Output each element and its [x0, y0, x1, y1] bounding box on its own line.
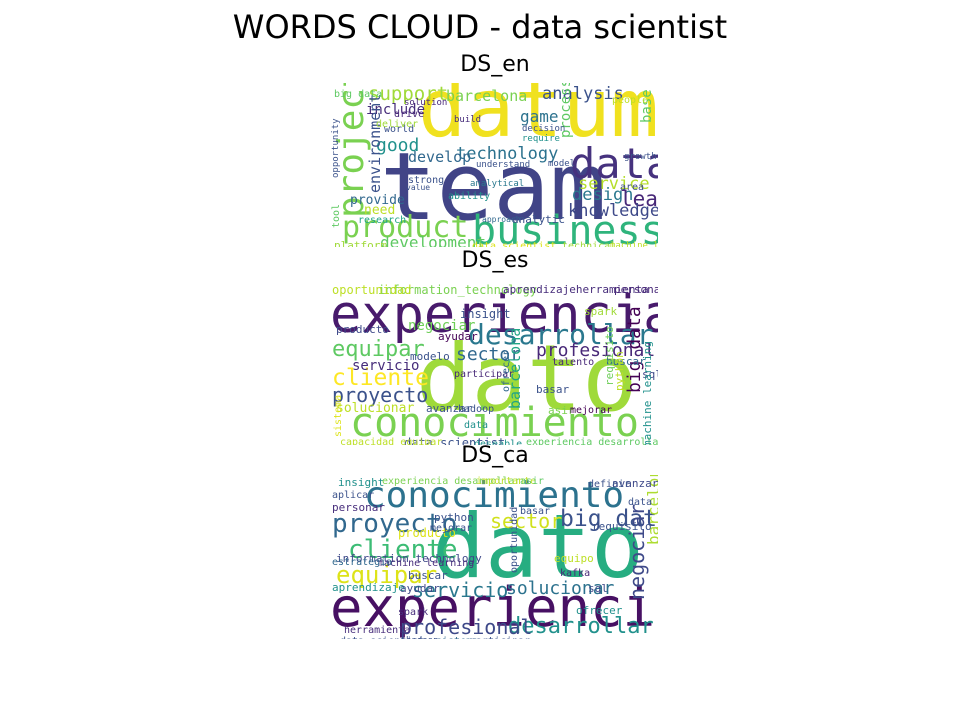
word-mejorar: mejorar	[430, 523, 473, 534]
subplot-title-ds-es: DS_es	[461, 248, 529, 273]
word-kafka: kafka	[560, 568, 591, 579]
word-understand: understand	[476, 160, 531, 170]
word-profesional: profesional	[400, 615, 533, 639]
word-value: value	[406, 183, 431, 192]
word-decision: decision	[522, 124, 566, 134]
word-basar: basar	[520, 506, 551, 517]
word-hadoop: hadoop	[406, 637, 439, 640]
word-insight: insight	[460, 307, 511, 321]
word-personar: personar	[332, 501, 385, 514]
word-ayudar: ayudar	[400, 582, 440, 595]
word-oportunidad: oportunidad	[332, 283, 412, 297]
word-opportunity: opportunity	[331, 118, 341, 178]
word-people: people	[612, 95, 649, 106]
word-requisito: requisito	[603, 326, 616, 386]
word-development: development	[380, 233, 486, 248]
word-basar: basar	[536, 383, 570, 396]
word-aprendizaje: aprendizaje	[332, 581, 405, 594]
word-deliver: deliver	[376, 119, 419, 130]
word-data-scientist: data scientist	[472, 241, 557, 248]
word-build: build	[454, 115, 482, 125]
word-ability: ability	[448, 191, 491, 202]
word-machine-learning: machine learning	[378, 558, 475, 569]
word-solucionar: solucionar	[336, 401, 415, 416]
word-participar: participar	[470, 637, 530, 640]
word-research: research	[358, 215, 407, 226]
word-spark: spark	[584, 305, 618, 318]
word-asir: asir	[520, 476, 545, 487]
word-aplicar: aplicar	[332, 490, 375, 501]
word-growth: growth	[624, 152, 657, 162]
word-mejorar: mejorar	[570, 405, 613, 416]
word-buscar: buscar	[408, 569, 448, 582]
word-model: model	[548, 159, 576, 169]
word-solution: solution	[404, 98, 448, 108]
wordcloud-ds-es: experiencia dato conocimiento desarrollar eq…	[330, 281, 658, 445]
word-big-data: big data	[334, 89, 383, 100]
word-machine-learning: machine learning	[641, 341, 654, 445]
word-ofrecer: ofrecer	[576, 604, 623, 617]
word-environment: environment	[366, 93, 384, 193]
word-analytic: analytic	[512, 213, 565, 226]
word-barcelona: barcelona	[446, 87, 528, 105]
wordcloud-ds-ca: dato experiencia conocimiento desarrollar pr…	[330, 475, 658, 639]
word-data: data	[464, 420, 489, 431]
word-talento: talento	[552, 357, 595, 368]
word-data: data	[628, 497, 653, 508]
word-definir: definir	[588, 479, 631, 490]
word-insight: insight	[338, 476, 385, 489]
word-sql: sql	[588, 582, 608, 595]
word-modelo: modelo	[410, 350, 450, 363]
word-python: python	[434, 511, 474, 524]
word-drive: drive	[394, 109, 425, 120]
word-analytical: analytical	[470, 179, 525, 189]
word-game: game	[520, 107, 559, 126]
word-knowledge: knowledge	[568, 201, 658, 221]
word-equipo: equipo	[554, 552, 594, 565]
wordcloud-ds-en: datumteamprojectdatabusinessproductsuppo…	[330, 83, 658, 247]
word-technical: technical	[562, 241, 617, 248]
word-require: require	[522, 134, 560, 144]
word-ofrecer: ofrecer	[501, 349, 512, 392]
word-tool: tool	[331, 203, 342, 228]
word-herramienta: herramienta	[344, 625, 411, 636]
word-ayudar: ayudar	[438, 330, 478, 343]
word-hadoop: hadoop	[458, 404, 495, 415]
word-area: area	[620, 182, 645, 193]
subplot-title-ds-ca: DS_ca	[461, 443, 529, 468]
word-oportunidad: oportunidad	[509, 506, 520, 573]
word-sistema: sistema	[333, 394, 344, 437]
word-spark: spark	[398, 607, 429, 618]
figure-title: WORDS CLOUD - data scientist	[232, 8, 728, 46]
word-estrategia: estrategia	[332, 557, 393, 568]
word-platform: platform	[334, 239, 387, 247]
subplot-title-ds-en: DS_en	[460, 52, 530, 77]
word-machine-learning: machine learning	[610, 241, 658, 248]
word-producto: producto	[336, 323, 389, 336]
word-personar: personar	[614, 283, 658, 296]
word-requisito: requisito	[592, 520, 652, 533]
